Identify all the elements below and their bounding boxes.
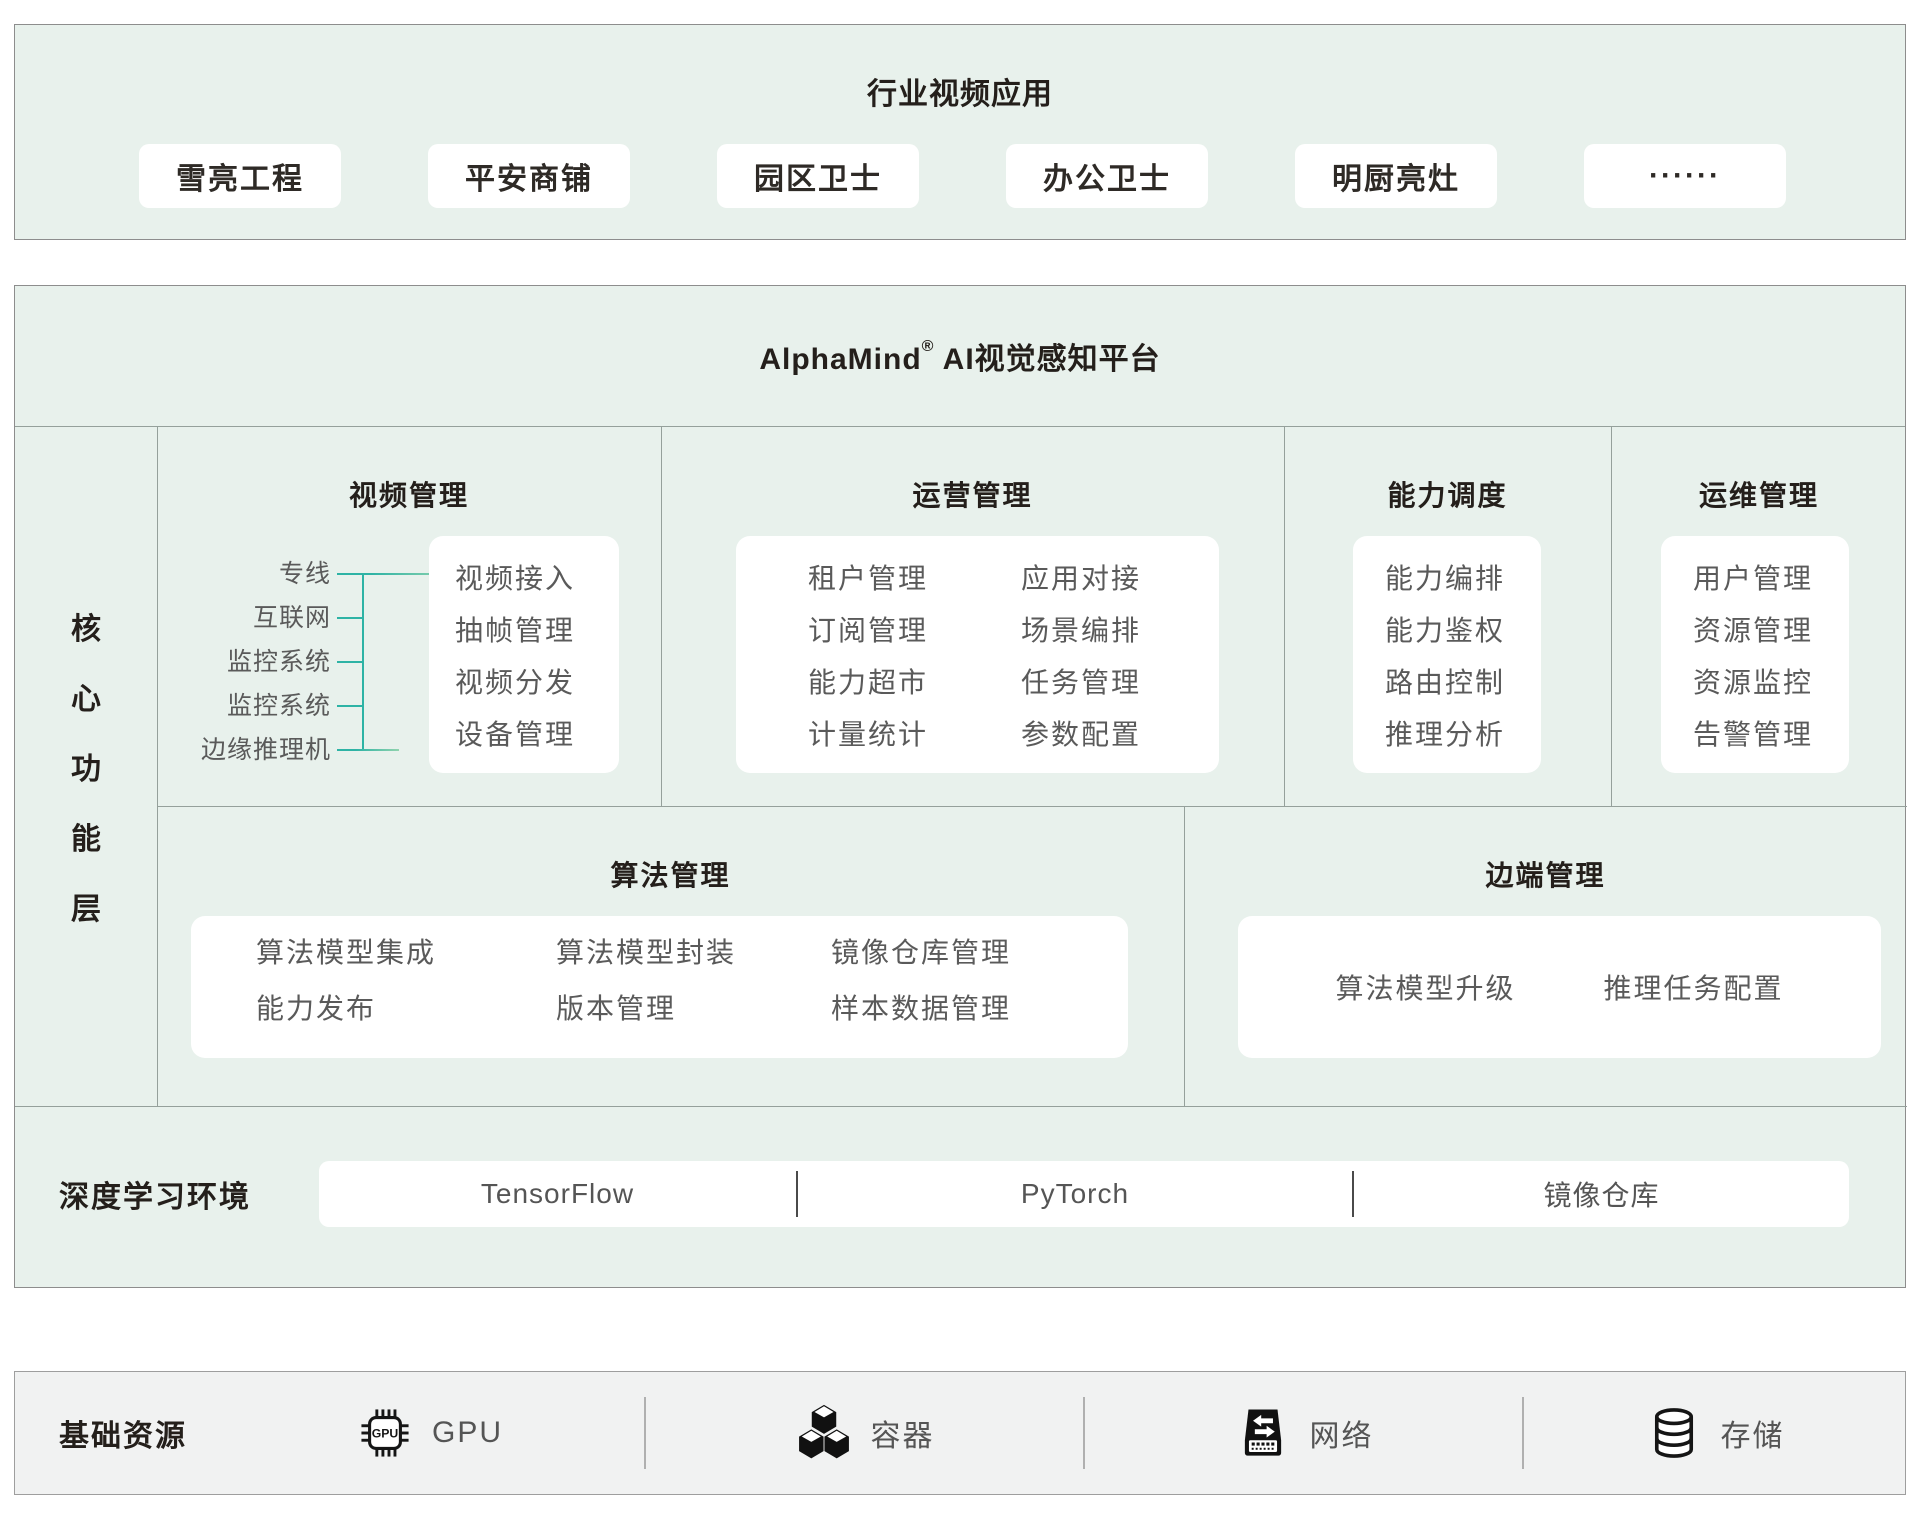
edge-item: 推理任务配置	[1604, 967, 1784, 1007]
storage-icon	[1645, 1404, 1703, 1462]
industry-apps-section: 行业视频应用 雪亮工程 平安商铺 园区卫士 办公卫士 明厨亮灶 ······	[14, 24, 1906, 240]
divider	[157, 806, 1907, 807]
resource-gpu: GPU GPU	[215, 1372, 644, 1494]
ops-mgmt-box: 租户管理 订阅管理 能力超市 计量统计 应用对接 场景编排 任务管理 参数配置	[736, 536, 1219, 773]
algo-item: 版本管理	[556, 981, 736, 1037]
video-source: 监控系统	[115, 684, 331, 728]
om-item: 资源监控	[1693, 657, 1849, 709]
app-chip: 平安商铺	[428, 144, 630, 208]
resource-storage: 存储	[1524, 1372, 1905, 1494]
video-item: 视频分发	[455, 657, 619, 709]
resource-label: GPU	[432, 1416, 503, 1450]
ops-item: 参数配置	[1021, 709, 1141, 761]
algo-item: 样本数据管理	[831, 981, 1011, 1037]
edge-item: 算法模型升级	[1335, 967, 1515, 1007]
capability-sched-box: 能力编排 能力鉴权 路由控制 推理分析	[1353, 536, 1541, 773]
algo-mgmt-title: 算法管理	[157, 854, 1184, 894]
video-source: 监控系统	[115, 640, 331, 684]
gpu-chip-icon: GPU	[356, 1404, 414, 1462]
platform-section: AlphaMind® AI视觉感知平台 核 心 功 能 层 视频管理 运营管理 …	[14, 285, 1906, 1288]
bracket-line	[337, 661, 364, 663]
platform-title-band: AlphaMind® AI视觉感知平台	[15, 286, 1905, 427]
algo-item: 算法模型集成	[256, 925, 436, 981]
sched-item: 能力鉴权	[1385, 605, 1541, 657]
algo-mgmt-box: 算法模型集成 能力发布 算法模型封装 版本管理 镜像仓库管理 样本数据管理	[191, 916, 1128, 1058]
capability-sched-title: 能力调度	[1284, 474, 1611, 514]
video-sources: 专线 互联网 监控系统 监控系统 边缘推理机	[115, 552, 331, 772]
om-item: 用户管理	[1693, 553, 1849, 605]
industry-apps-chips: 雪亮工程 平安商铺 园区卫士 办公卫士 明厨亮灶 ······	[15, 144, 1905, 208]
dl-framework: PyTorch	[798, 1161, 1352, 1227]
app-chip: 明厨亮灶	[1295, 144, 1497, 208]
algo-item: 算法模型封装	[556, 925, 736, 981]
video-item: 设备管理	[455, 709, 619, 761]
om-item: 告警管理	[1693, 709, 1849, 761]
sched-item: 路由控制	[1385, 657, 1541, 709]
app-chip: 办公卫士	[1006, 144, 1208, 208]
ops-item: 任务管理	[1021, 657, 1141, 709]
edge-mgmt-box: 算法模型升级 推理任务配置	[1238, 916, 1881, 1058]
ops-item: 订阅管理	[808, 605, 928, 657]
ops-item: 能力超市	[808, 657, 928, 709]
edge-mgmt-title: 边端管理	[1184, 854, 1907, 894]
om-mgmt-box: 用户管理 资源管理 资源监控 告警管理	[1661, 536, 1849, 773]
network-icon	[1234, 1404, 1292, 1462]
algo-item: 镜像仓库管理	[831, 925, 1011, 981]
video-item: 抽帧管理	[455, 605, 619, 657]
architecture-diagram: 行业视频应用 雪亮工程 平安商铺 园区卫士 办公卫士 明厨亮灶 ······ A…	[0, 0, 1920, 1522]
divider	[1184, 806, 1185, 1106]
industry-apps-title: 行业视频应用	[15, 69, 1905, 113]
ops-item: 场景编排	[1021, 605, 1141, 657]
dl-env-bar: TensorFlow PyTorch 镜像仓库	[319, 1161, 1849, 1227]
video-source: 互联网	[115, 596, 331, 640]
bracket-line	[337, 749, 399, 751]
app-chip: 雪亮工程	[139, 144, 341, 208]
video-source: 边缘推理机	[115, 728, 331, 772]
om-mgmt-title: 运维管理	[1611, 474, 1907, 514]
ops-item: 应用对接	[1021, 553, 1141, 605]
dl-env-label: 深度学习环境	[59, 1161, 251, 1227]
basic-resources-label: 基础资源	[15, 1411, 215, 1455]
divider	[15, 1106, 1907, 1107]
sched-item: 推理分析	[1385, 709, 1541, 761]
dl-framework: TensorFlow	[319, 1161, 796, 1227]
bracket-line	[337, 705, 364, 707]
container-icon	[795, 1404, 853, 1462]
resource-container: 容器	[646, 1372, 1083, 1494]
resource-label: 存储	[1721, 1411, 1785, 1455]
basic-resources-section: 基础资源 GPU GPU	[14, 1371, 1906, 1495]
om-item: 资源管理	[1693, 605, 1849, 657]
platform-title: AlphaMind® AI视觉感知平台	[759, 334, 1160, 378]
sched-item: 能力编排	[1385, 553, 1541, 605]
gpu-icon-text: GPU	[372, 1427, 399, 1441]
dl-framework: 镜像仓库	[1354, 1161, 1849, 1227]
video-source: 专线	[115, 552, 331, 596]
resource-label: 网络	[1310, 1411, 1374, 1455]
video-item: 视频接入	[455, 553, 619, 605]
app-chip: 园区卫士	[717, 144, 919, 208]
resource-label: 容器	[871, 1411, 935, 1455]
video-mgmt-box: 视频接入 抽帧管理 视频分发 设备管理	[429, 536, 619, 773]
video-mgmt-title: 视频管理	[157, 474, 661, 514]
registered-mark: ®	[922, 338, 935, 355]
ops-mgmt-title: 运营管理	[661, 474, 1284, 514]
bracket-line	[337, 617, 364, 619]
app-chip-ellipsis: ······	[1584, 144, 1786, 208]
resource-network: 网络	[1085, 1372, 1522, 1494]
ops-item: 计量统计	[808, 709, 928, 761]
algo-item: 能力发布	[256, 981, 436, 1037]
ops-item: 租户管理	[808, 553, 928, 605]
